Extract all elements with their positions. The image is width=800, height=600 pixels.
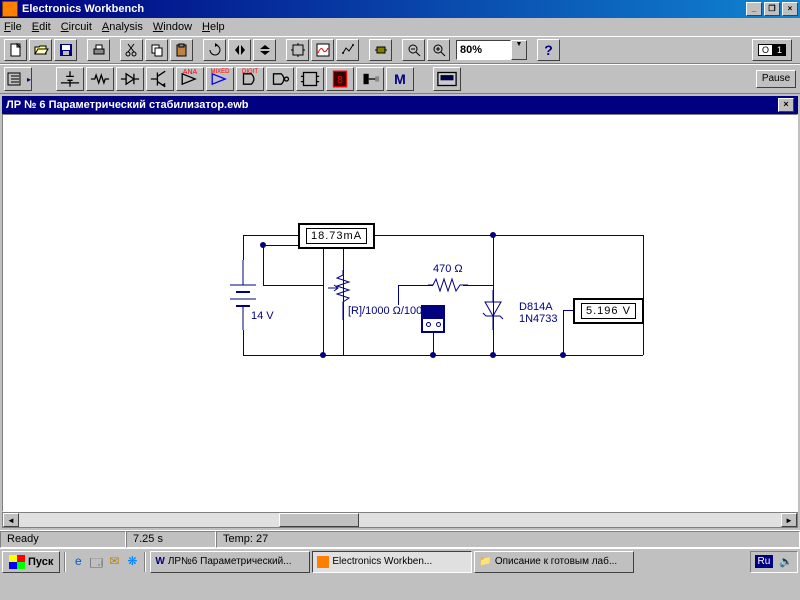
quick-app-icon[interactable]: ❋ <box>124 554 140 570</box>
cut-button[interactable] <box>120 39 143 61</box>
taskbar-item-word[interactable]: WЛР№6 Параметрический... <box>150 551 310 573</box>
app-title: Electronics Workbench <box>22 3 744 15</box>
pause-button[interactable]: Pause <box>756 70 796 88</box>
restore-button[interactable]: ❐ <box>764 2 780 16</box>
parts-indicators[interactable]: 8 <box>326 67 354 91</box>
tray-sound-icon[interactable]: 🔊 <box>779 555 793 568</box>
flip-v-button[interactable] <box>253 39 276 61</box>
vsrc-label: 14 V <box>251 310 274 322</box>
windows-logo-icon <box>9 555 25 569</box>
zoom-control: ▼ <box>456 40 527 60</box>
scroll-track[interactable] <box>19 513 781 527</box>
quick-ie-icon[interactable]: e <box>70 554 86 570</box>
system-tray: Ru 🔊 <box>750 551 799 573</box>
parts-analog[interactable]: ANA <box>176 67 204 91</box>
app-icon <box>2 1 18 17</box>
rotate-button[interactable] <box>203 39 226 61</box>
menu-bar: File Edit Circuit Analysis Window Help <box>0 18 800 36</box>
zoom-input[interactable] <box>456 40 511 60</box>
parts-favorites[interactable]: ▸ <box>4 67 32 91</box>
scroll-thumb[interactable] <box>279 513 359 527</box>
diode-model-label: D814A <box>519 301 553 313</box>
zoom-dropdown[interactable]: ▼ <box>511 40 527 60</box>
parts-misc[interactable]: M <box>386 67 414 91</box>
quick-desktop-icon[interactable]: 🗔 <box>88 554 104 570</box>
status-time: 7.25 s <box>126 531 216 548</box>
quick-outlook-icon[interactable]: ✉ <box>106 554 122 570</box>
parts-instruments[interactable] <box>433 67 461 91</box>
graph-button[interactable] <box>311 39 334 61</box>
ammeter[interactable]: 18.73mA <box>298 223 375 249</box>
document-title: ЛР № 6 Параметрический стабилизатор.ewb <box>6 99 249 111</box>
start-button[interactable]: Пуск <box>2 551 60 573</box>
resistor-symbol[interactable] <box>428 275 468 295</box>
status-temp: Temp: 27 <box>216 531 800 548</box>
parts-digital[interactable]: DIGIT <box>236 67 264 91</box>
document-close-button[interactable]: × <box>778 98 794 112</box>
new-button[interactable] <box>4 39 27 61</box>
menu-edit[interactable]: Edit <box>32 21 51 33</box>
parts-mixed[interactable]: MIXED <box>206 67 234 91</box>
parts-transistors[interactable] <box>146 67 174 91</box>
properties-button[interactable] <box>336 39 359 61</box>
parts-controls[interactable] <box>356 67 384 91</box>
taskbar-item-folder[interactable]: 📁Описание к готовым лаб... <box>474 551 634 573</box>
voltmeter[interactable]: 5.196 V <box>573 298 644 324</box>
menu-file[interactable]: File <box>4 21 22 33</box>
print-button[interactable] <box>87 39 110 61</box>
close-button[interactable]: × <box>782 2 798 16</box>
pot-label: [R]/1000 Ω/100% <box>348 305 432 317</box>
flip-h-button[interactable] <box>228 39 251 61</box>
copy-button[interactable] <box>145 39 168 61</box>
menu-analysis[interactable]: Analysis <box>102 21 143 33</box>
document-area: ЛР № 6 Параметрический стабилизатор.ewb … <box>0 94 800 530</box>
zener-symbol[interactable] <box>481 290 505 330</box>
multimeter-icon[interactable] <box>421 305 445 333</box>
diode-part-label: 1N4733 <box>519 313 558 325</box>
menu-circuit[interactable]: Circuit <box>61 21 92 33</box>
circuit-canvas[interactable]: 14 V 18.73mA [R]/1000 Ω/100% 470 Ω D814A… <box>2 114 798 512</box>
paste-button[interactable] <box>170 39 193 61</box>
svg-text:8: 8 <box>337 75 343 86</box>
menu-help[interactable]: Help <box>202 21 225 33</box>
scroll-right-button[interactable]: ► <box>781 513 797 527</box>
language-indicator[interactable]: Ru <box>755 555 774 568</box>
zoom-in-button[interactable] <box>427 39 450 61</box>
taskbar-item-ewb[interactable]: Electronics Workben... <box>312 551 472 573</box>
menu-window[interactable]: Window <box>153 21 192 33</box>
parts-diodes[interactable] <box>116 67 144 91</box>
r1-label: 470 Ω <box>433 263 463 275</box>
status-bar: Ready 7.25 s Temp: 27 <box>0 530 800 548</box>
open-button[interactable] <box>29 39 52 61</box>
status-ready: Ready <box>0 531 126 548</box>
title-bar: Electronics Workbench _ ❐ × <box>0 0 800 18</box>
subcircuit-button[interactable] <box>286 39 309 61</box>
parts-digital-ic[interactable] <box>296 67 324 91</box>
main-toolbar: ▼ ? O1 <box>0 36 800 64</box>
component-button[interactable] <box>369 39 392 61</box>
power-switch[interactable]: O1 <box>752 39 792 61</box>
parts-sources[interactable] <box>56 67 84 91</box>
document-title-bar: ЛР № 6 Параметрический стабилизатор.ewb … <box>2 96 798 114</box>
zoom-out-button[interactable] <box>402 39 425 61</box>
scroll-left-button[interactable]: ◄ <box>3 513 19 527</box>
taskbar: Пуск e 🗔 ✉ ❋ WЛР№6 Параметрический... El… <box>0 548 800 574</box>
parts-toolbar: ▸ ANA MIXED DIGIT 8 M Pause <box>0 64 800 94</box>
parts-basic[interactable] <box>86 67 114 91</box>
horizontal-scrollbar[interactable]: ◄ ► <box>2 512 798 528</box>
parts-logic[interactable] <box>266 67 294 91</box>
minimize-button[interactable]: _ <box>746 2 762 16</box>
help-button[interactable]: ? <box>537 39 560 61</box>
save-button[interactable] <box>54 39 77 61</box>
